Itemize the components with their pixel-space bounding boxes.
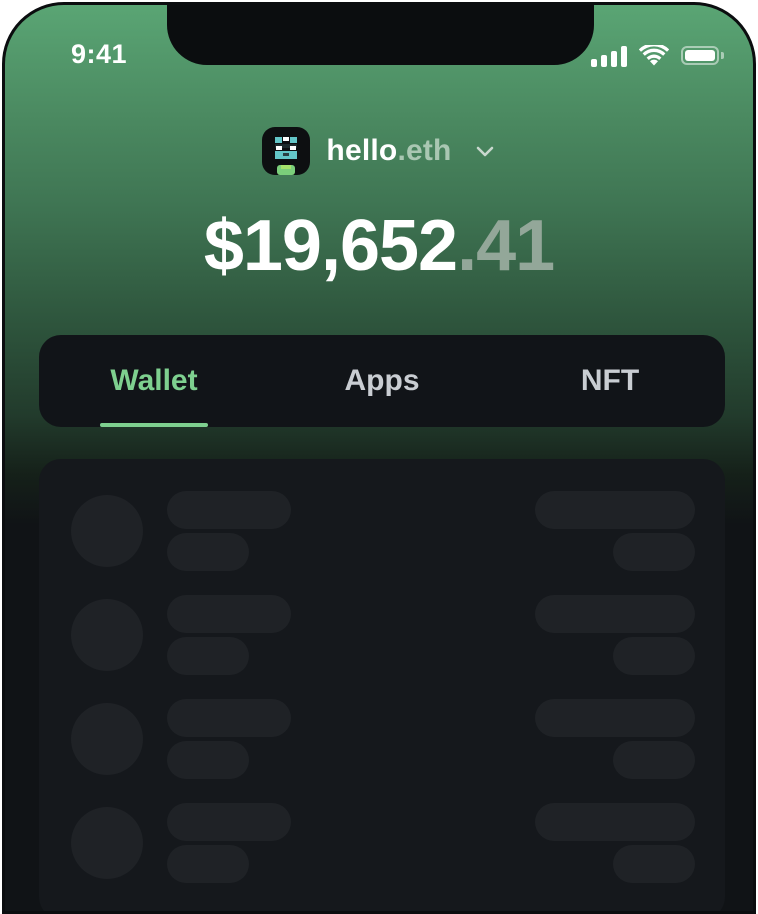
tab-apps[interactable]: Apps (272, 335, 492, 427)
tab-nft[interactable]: NFT (500, 335, 720, 427)
account-name-suffix: .eth (397, 134, 452, 167)
skeleton-line (535, 803, 695, 841)
total-balance: $19,652.41 (5, 205, 753, 287)
phone-frame: 9:41 hello.eth $19,652.41 Wallet Apps NF… (2, 2, 756, 914)
skeleton-avatar (71, 703, 143, 775)
skeleton-line (535, 595, 695, 633)
skeleton-line (167, 845, 249, 883)
skeleton-row (39, 459, 725, 571)
account-switcher[interactable]: hello.eth (5, 127, 753, 175)
skeleton-line (535, 699, 695, 737)
signal-icon (591, 45, 627, 67)
device-notch (167, 5, 594, 65)
battery-icon (681, 45, 725, 67)
account-name-main: hello (326, 134, 398, 167)
tab-bar: Wallet Apps NFT (39, 335, 725, 427)
skeleton-line (613, 845, 695, 883)
skeleton-row (39, 771, 725, 883)
skeleton-avatar (71, 495, 143, 567)
skeleton-avatar (71, 599, 143, 671)
skeleton-avatar (71, 807, 143, 879)
skeleton-line (167, 803, 291, 841)
status-time: 9:41 (71, 39, 128, 69)
wifi-icon (639, 45, 669, 66)
avatar-icon (262, 127, 311, 175)
skeleton-row (39, 667, 725, 779)
balance-whole: $19,652 (203, 206, 458, 286)
status-icons (591, 41, 725, 71)
skeleton-line (167, 491, 291, 529)
account-name: hello.eth (326, 134, 451, 168)
chevron-down-icon[interactable] (474, 140, 496, 162)
skeleton-row (39, 563, 725, 675)
wallet-screen: 9:41 hello.eth $19,652.41 Wallet Apps NF… (5, 5, 753, 911)
tab-wallet[interactable]: Wallet (44, 335, 264, 427)
balance-cents: .41 (457, 206, 555, 286)
skeleton-line (167, 595, 291, 633)
asset-list-loading (39, 459, 725, 911)
skeleton-line (535, 491, 695, 529)
skeleton-line (167, 699, 291, 737)
